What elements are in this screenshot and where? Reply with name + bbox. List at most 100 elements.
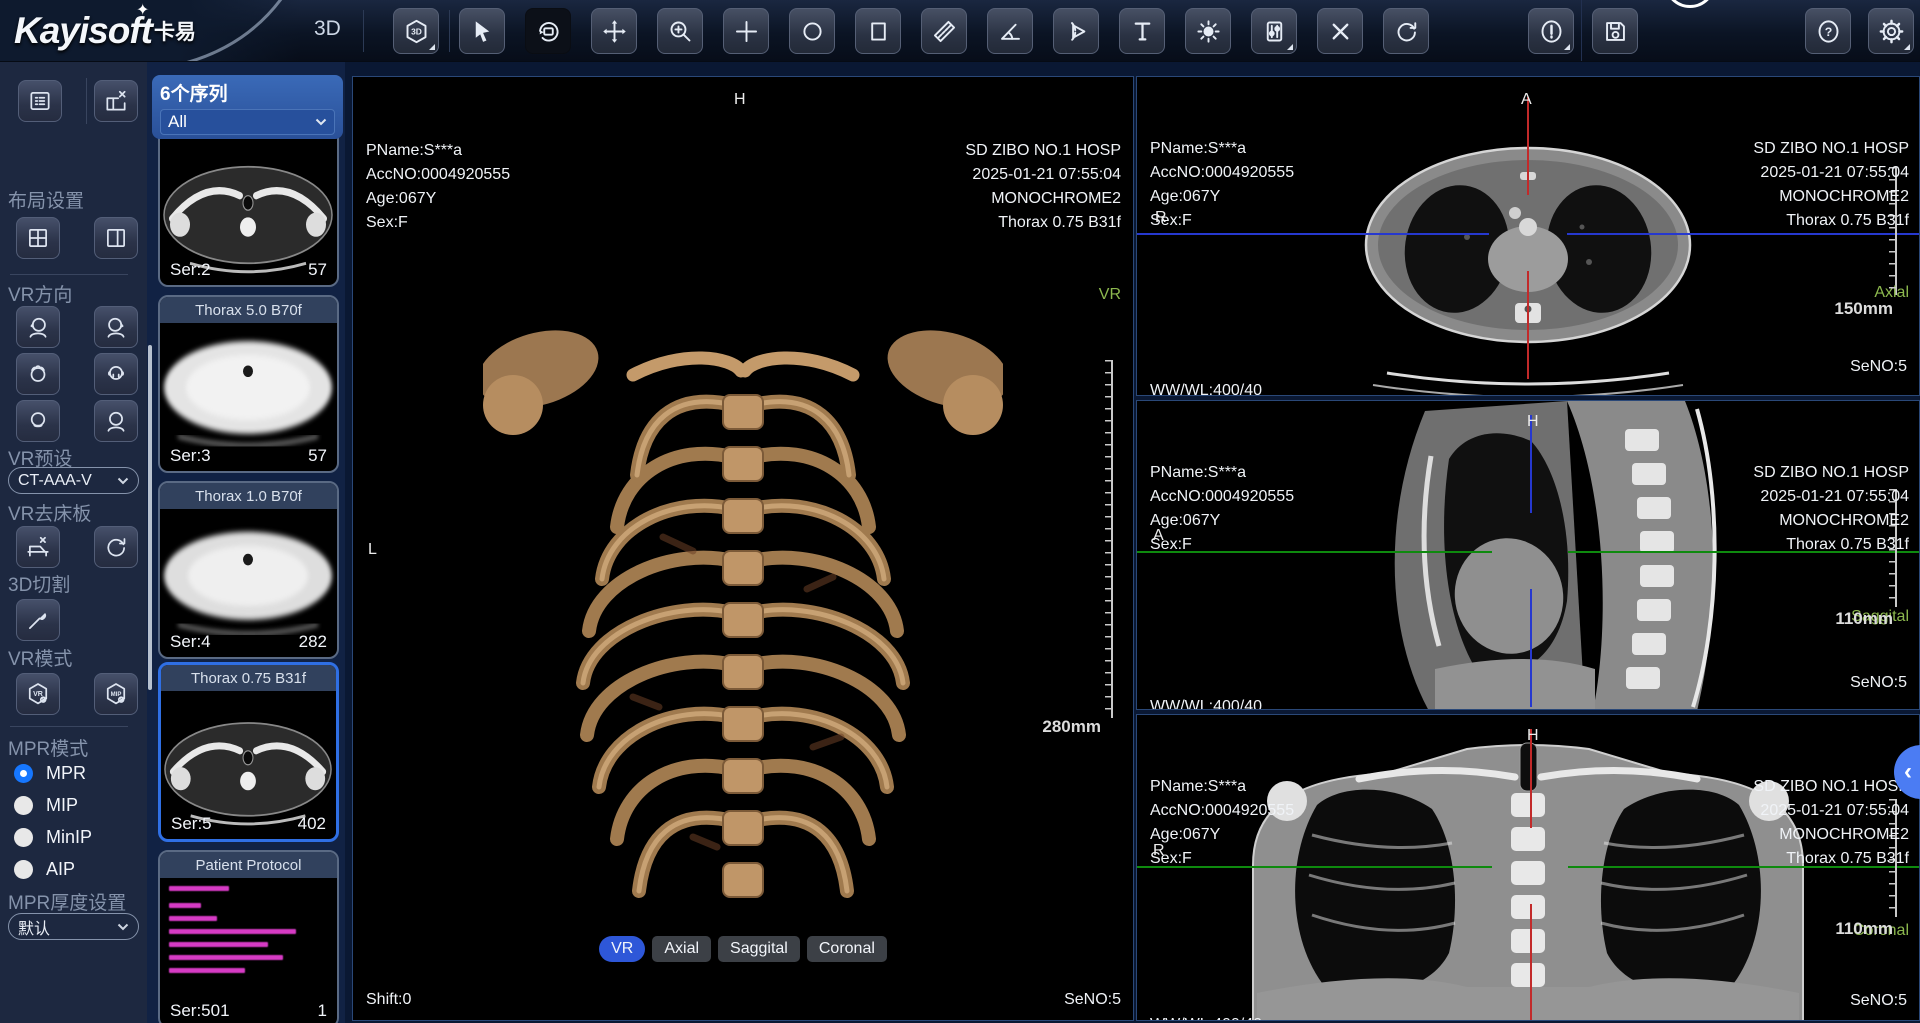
crosshair-tool-button[interactable] [723,8,769,54]
rect-tool-button[interactable] [855,8,901,54]
help-button[interactable]: ? [1805,8,1851,54]
rotate-3d-button[interactable] [525,8,571,54]
mpr-radio-minip[interactable]: MinIP [14,827,92,848]
series-card-ser5-selected[interactable]: Thorax 0.75 B31f Ser:5402 [158,662,339,842]
wwwl-zoom-info: WW/WL:400/40Zoom:0.8 [1150,965,1262,1021]
settings-button[interactable] [1868,8,1914,54]
sidebar-divider [86,78,87,124]
seno-label: SeNO:5 [1850,671,1907,695]
head-right-button[interactable] [94,306,138,348]
reset-button[interactable] [1383,8,1429,54]
series-title: Patient Protocol [160,852,337,878]
layout-close-button[interactable] [94,80,138,122]
vr-viewport[interactable]: PName:S***aAccNO:0004920555Age:067YSex:F… [352,76,1134,1021]
chevron-down-icon [315,118,327,126]
vr-preset-select[interactable]: CT-AAA-V [8,467,139,494]
thumb-ct-axial [161,665,336,839]
head-front-ears-button[interactable] [94,353,138,395]
mpr-radio-mpr[interactable]: MPR [14,763,86,784]
wwwl-zoom-info: WW/WL:400/40Zoom:0.6 [1150,331,1262,396]
ruler-tool-button[interactable] [921,8,967,54]
sagittal-viewport[interactable]: PName:S***aAccNO:0004920555Age:067YSex:F… [1136,400,1920,710]
svg-text:3D: 3D [411,26,422,36]
remove-bed-button[interactable] [16,526,60,568]
crosshair-axial-v[interactable] [1527,97,1529,195]
layout-grid-button[interactable] [16,217,60,259]
scale-ruler [1105,360,1113,718]
patient-info: PName:S***aAccNO:0004920555Age:067YSex:F [1150,89,1294,281]
study-info: SD ZIBO NO.1 HOSP2025-01-21 07:55:04MONO… [1753,727,1909,991]
seno-label: SeNO:5 [1850,355,1907,379]
sidebar-divider [10,274,128,275]
view-3d-button[interactable]: 3D [393,8,439,54]
delete-button[interactable] [1317,8,1363,54]
mpr-radio-aip[interactable]: AIP [14,859,75,880]
seno-label: SeNO:5 [1064,988,1121,1012]
series-header: 6个序列 All [152,75,343,139]
radio-selected-icon [14,764,33,783]
brightness-button[interactable] [1185,8,1231,54]
series-count-value: 57 [308,260,327,280]
scalpel-button[interactable] [16,599,60,641]
coronal-viewport[interactable]: PName:S***aAccNO:0004920555Age:067YSex:F… [1136,714,1920,1021]
vr-mode-label: VR模式 [8,644,72,671]
view-button-vr[interactable]: VR [599,936,645,962]
scale-label: 150mm [1834,299,1893,319]
chevron-down-icon [117,923,129,931]
save-button[interactable] [1592,8,1638,54]
cut-3d-label: 3D切割 [8,570,70,597]
ellipse-tool-button[interactable] [789,8,835,54]
axial-viewport[interactable]: PName:S***aAccNO:0004920555Age:067YSex:F… [1136,76,1920,396]
series-panel: 6个序列 All Ser:257 [147,62,345,1023]
wwwl-zoom-info: WW/WL:400/40Zoom:0.8 [1150,647,1262,710]
angle-tool-button[interactable] [987,8,1033,54]
radio-icon [14,828,33,847]
window-level-button[interactable] [1251,8,1297,54]
mpr-radio-mip[interactable]: MIP [14,795,78,816]
series-title: Thorax 1.0 B70f [160,483,337,509]
info-button[interactable] [1528,8,1574,54]
crosshair-sagittal-v[interactable] [1530,589,1532,707]
mpr-thickness-select[interactable]: 默认 [8,913,139,940]
crosshair-coronal-v[interactable] [1530,904,1532,1020]
series-scrollbar[interactable] [148,345,152,690]
view-button-sagittal[interactable]: Saggital [718,936,800,962]
series-card-ser501[interactable]: Patient Protocol Ser:5011 [158,850,339,1023]
orientation-marker-top: A [1521,91,1532,109]
zoom-tool-button[interactable] [657,8,703,54]
mpr-mode-label: MPR模式 [8,734,88,761]
chevron-left-icon: ‹ [1904,758,1912,786]
bed-reset-button[interactable] [94,526,138,568]
text-annotate-button[interactable] [1119,8,1165,54]
series-title: Thorax 5.0 B70f [160,297,337,323]
head-back-button[interactable] [16,400,60,442]
view-button-coronal[interactable]: Coronal [807,936,887,962]
head-left-button[interactable] [16,306,60,348]
scale-label: 110mm [1835,609,1893,629]
avatar-arc [1664,0,1716,8]
layout-list-button[interactable] [18,80,62,122]
head-top-button[interactable] [16,353,60,395]
view-label: VR [965,283,1121,307]
series-count-value: 282 [299,632,327,652]
shift-label: Shift:0 [366,988,411,1012]
layout-split-button[interactable] [94,217,138,259]
view-button-axial[interactable]: Axial [652,936,711,962]
crosshair-axial-v[interactable] [1527,271,1529,379]
vr-mode-vr-button[interactable]: VR [16,673,60,715]
head-face-button[interactable] [94,400,138,442]
layout-section-label: 布局设置 [8,186,84,213]
series-card-ser4[interactable]: Thorax 1.0 B70f Ser:4282 [158,481,339,659]
pointer-tool-button[interactable] [459,8,505,54]
vr-preset-value: CT-AAA-V [18,472,92,490]
mode-label: 3D [314,17,341,41]
series-title: Thorax 0.75 B31f [161,665,336,691]
orientation-marker-left: A [1153,527,1164,545]
pan-tool-button[interactable] [591,8,637,54]
orientation-marker-top: H [1527,727,1539,745]
series-card-ser3[interactable]: Thorax 5.0 B70f Ser:357 [158,295,339,473]
series-ser-label: Ser:3 [170,446,211,466]
cobb-angle-button[interactable] [1053,8,1099,54]
vr-mode-mip-button[interactable]: MIP [94,673,138,715]
series-filter-select[interactable]: All [160,109,335,135]
